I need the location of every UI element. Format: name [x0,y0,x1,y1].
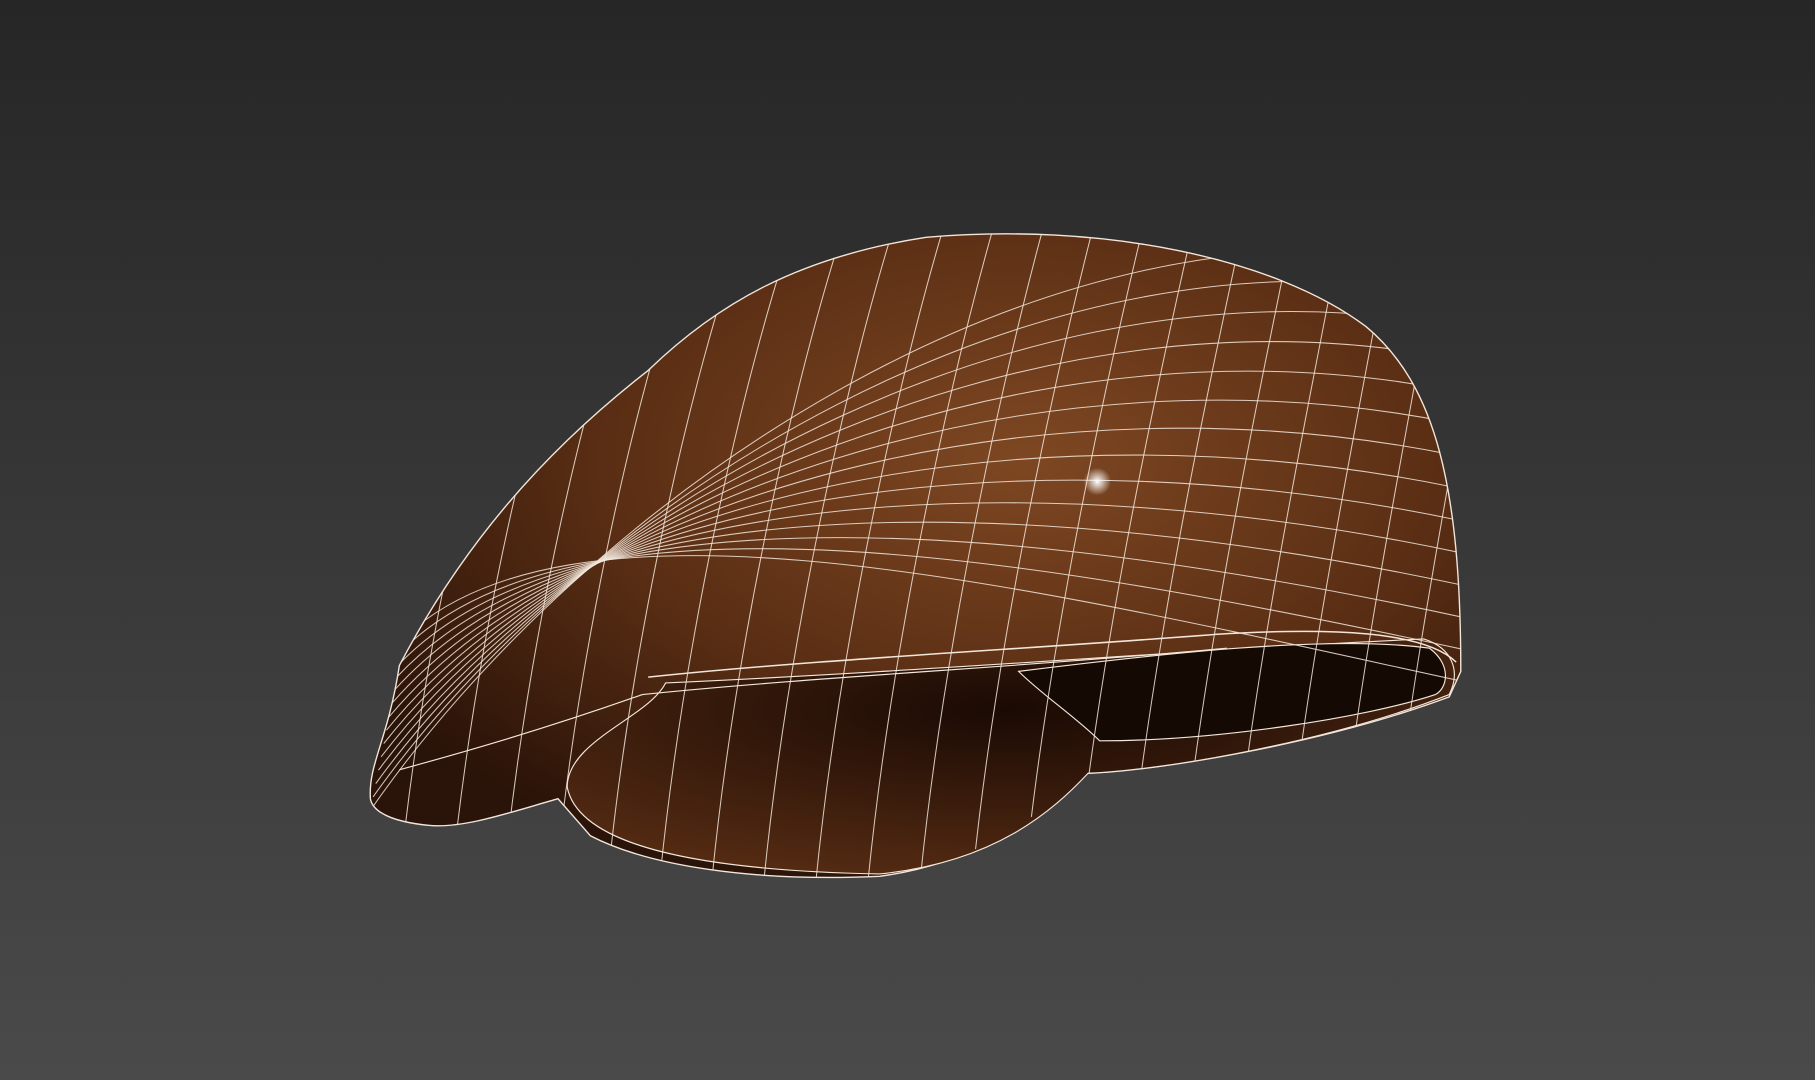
viewport-canvas[interactable] [0,0,1815,1080]
specular-highlight [1083,467,1112,496]
3d-viewport[interactable] [0,0,1815,1080]
